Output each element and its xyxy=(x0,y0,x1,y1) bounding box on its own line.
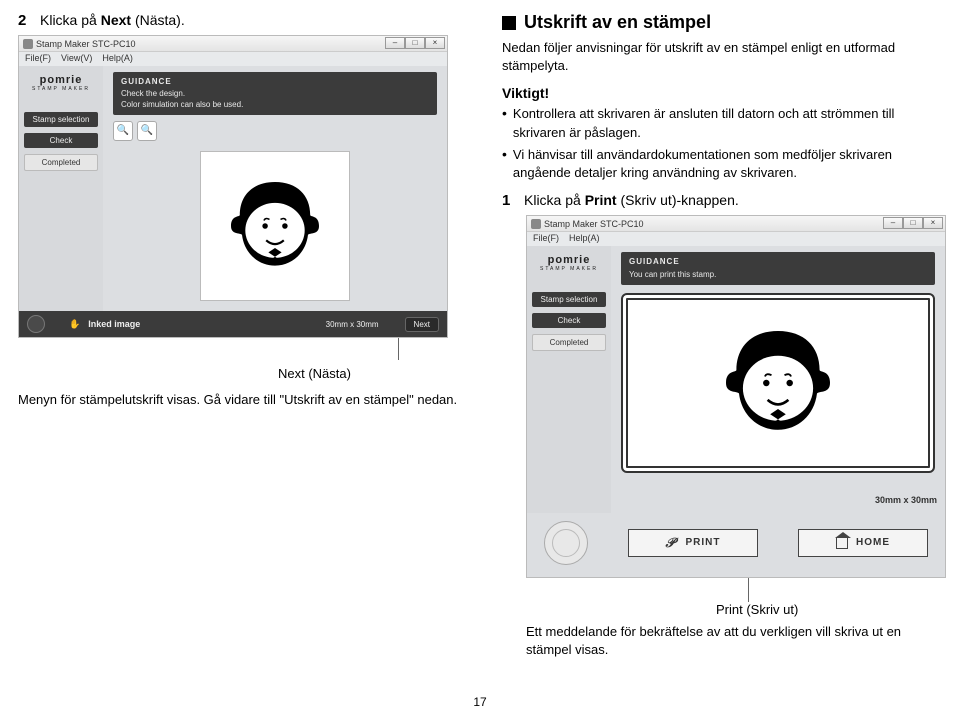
bullet-2: Vi hänvisar till användardokumentationen… xyxy=(513,146,942,182)
window-title: Stamp Maker STC-PC10 xyxy=(36,39,136,49)
intro-text: Nedan följer anvisningar för utskrift av… xyxy=(502,39,942,75)
page-number: 17 xyxy=(0,695,960,709)
maximize-button-2[interactable]: □ xyxy=(903,217,923,229)
size-label: 30mm x 30mm xyxy=(326,320,379,329)
brand-logo-2: pomrie STAMP MAKER xyxy=(540,254,598,272)
app-window-print: Stamp Maker STC-PC10 – □ × File(F) Help(… xyxy=(526,215,946,578)
step-text-post-r: (Skriv ut)-knappen. xyxy=(617,192,739,208)
sidebar-item-check[interactable]: Check xyxy=(24,133,98,148)
print-script-icon: 𝒫 xyxy=(666,535,678,551)
home-button[interactable]: HOME xyxy=(798,529,928,557)
guidance-title-2: GUIDANCE xyxy=(629,257,927,267)
minimize-button-2[interactable]: – xyxy=(883,217,903,229)
sidebar-2: pomrie STAMP MAKER Stamp selection Check… xyxy=(527,246,611,513)
print-caption-body: Ett meddelande för bekräftelse av att du… xyxy=(526,623,942,659)
menu-help-2[interactable]: Help(A) xyxy=(569,233,600,245)
next-button[interactable]: Next xyxy=(405,317,439,332)
stamp-area xyxy=(621,293,935,473)
seal-icon-2 xyxy=(544,521,588,565)
leader-line-r xyxy=(748,578,942,602)
menubar: File(F) View(V) Help(A) xyxy=(19,52,447,66)
guidance-line1: Check the design. xyxy=(121,89,185,98)
important-bullets: Kontrollera att skrivaren är ansluten ti… xyxy=(502,105,942,182)
step-text: Klicka på Next (Nästa). xyxy=(40,12,185,29)
brand-logo: pomrie STAMP MAKER xyxy=(32,74,90,92)
guidance-box: GUIDANCE Check the design. Color simulat… xyxy=(113,72,437,115)
close-button-2[interactable]: × xyxy=(923,217,943,229)
app-window-check: Stamp Maker STC-PC10 – □ × File(F) View(… xyxy=(18,35,448,338)
titlebar-2: Stamp Maker STC-PC10 – □ × xyxy=(527,216,945,232)
menubar-2: File(F) Help(A) xyxy=(527,232,945,246)
print-caption: Print (Skriv ut) xyxy=(716,602,942,617)
bottom-bar: ✋ Inked image 30mm x 30mm Next xyxy=(19,311,447,337)
app-icon-2 xyxy=(531,219,541,229)
print-label: PRINT xyxy=(686,537,721,548)
menu-help[interactable]: Help(A) xyxy=(102,53,133,65)
brand-text-2: pomrie xyxy=(548,254,591,266)
sidebar: pomrie STAMP MAKER Stamp selection Check… xyxy=(19,66,103,311)
step-text-bold: Next xyxy=(101,12,131,28)
heading-text: Utskrift av en stämpel xyxy=(524,12,711,33)
menu-file[interactable]: File(F) xyxy=(25,53,51,65)
guidance-box-2: GUIDANCE You can print this stamp. xyxy=(621,252,935,285)
zoom-in-icon[interactable]: 🔍 xyxy=(137,121,157,141)
important-label: Viktigt! xyxy=(502,85,942,101)
next-caption: Next (Nästa) xyxy=(278,366,478,381)
step-text-pre: Klicka på xyxy=(40,12,101,28)
home-label: HOME xyxy=(856,537,890,548)
guidance-line2: Color simulation can also be used. xyxy=(121,100,243,109)
size-label-2: 30mm x 30mm xyxy=(875,495,937,505)
app-icon xyxy=(23,39,33,49)
minimize-button[interactable]: – xyxy=(385,37,405,49)
leader-line xyxy=(398,338,478,360)
sidebar-item-completed-2[interactable]: Completed xyxy=(532,334,606,351)
print-button[interactable]: 𝒫 PRINT xyxy=(628,529,758,557)
zoom-out-icon[interactable]: 🔍 xyxy=(113,121,133,141)
window-title-2: Stamp Maker STC-PC10 xyxy=(544,219,644,229)
sidebar-item-check-2[interactable]: Check xyxy=(532,313,606,328)
sidebar-item-completed[interactable]: Completed xyxy=(24,154,98,171)
bullet-1: Kontrollera att skrivaren är ansluten ti… xyxy=(513,105,942,141)
step-number: 2 xyxy=(18,12,32,29)
inked-image-label: Inked image xyxy=(88,319,140,329)
guidance-title: GUIDANCE xyxy=(121,77,429,87)
brand-subtext-2: STAMP MAKER xyxy=(540,266,598,272)
palm-hand-icon: ✋ xyxy=(69,319,80,330)
step-1-line: 1 Klicka på Print (Skriv ut)-knappen. xyxy=(502,192,942,209)
guidance-line1-2: You can print this stamp. xyxy=(629,270,716,279)
step-number-r: 1 xyxy=(502,192,516,209)
stamp-preview-canvas xyxy=(200,151,350,301)
stamp-face-image xyxy=(220,171,330,281)
maximize-button[interactable]: □ xyxy=(405,37,425,49)
square-bullet-icon xyxy=(502,16,516,30)
step-text-pre-r: Klicka på xyxy=(524,192,585,208)
home-icon xyxy=(836,537,848,549)
brand-subtext: STAMP MAKER xyxy=(32,86,90,92)
section-heading: Utskrift av en stämpel xyxy=(502,12,942,33)
menu-file-2[interactable]: File(F) xyxy=(533,233,559,245)
step-text-r: Klicka på Print (Skriv ut)-knappen. xyxy=(524,192,739,209)
footer-bar: 𝒫 PRINT HOME xyxy=(527,513,945,577)
menu-view[interactable]: View(V) xyxy=(61,53,92,65)
step-text-bold-r: Print xyxy=(585,192,617,208)
left-caption-body: Menyn för stämpelutskrift visas. Gå vida… xyxy=(18,391,478,409)
stamp-face-image-2 xyxy=(713,318,843,448)
step-text-post: (Nästa). xyxy=(131,12,185,28)
close-button[interactable]: × xyxy=(425,37,445,49)
sidebar-item-stamp-selection[interactable]: Stamp selection xyxy=(24,112,98,127)
titlebar: Stamp Maker STC-PC10 – □ × xyxy=(19,36,447,52)
step-2-line: 2 Klicka på Next (Nästa). xyxy=(18,12,478,29)
sidebar-item-stamp-selection-2[interactable]: Stamp selection xyxy=(532,292,606,307)
seal-icon xyxy=(27,315,45,333)
brand-text: pomrie xyxy=(40,74,83,86)
